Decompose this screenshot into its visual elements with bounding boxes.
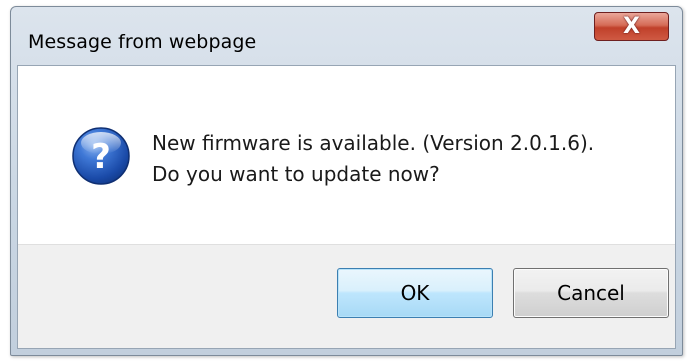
close-icon: X [623,13,640,39]
ok-button[interactable]: OK [337,268,493,318]
question-icon: ? [72,127,130,185]
dialog-window: Message from webpage X ? New firmware is… [10,6,683,356]
dialog-message: New firmware is available. (Version 2.0.… [152,128,594,190]
close-button[interactable]: X [594,12,669,41]
dialog-body: ? New firmware is available. (Version 2.… [17,65,676,349]
message-line-version: New firmware is available. (Version 2.0.… [152,131,595,155]
message-line-prompt: Do you want to update now? [152,162,440,186]
dialog-title: Message from webpage [28,31,257,53]
message-area: ? New firmware is available. (Version 2.… [18,66,675,244]
title-bar[interactable]: Message from webpage X [11,7,682,65]
svg-text:?: ? [91,137,111,177]
button-bar: OK Cancel [18,244,675,348]
cancel-button[interactable]: Cancel [513,268,669,318]
